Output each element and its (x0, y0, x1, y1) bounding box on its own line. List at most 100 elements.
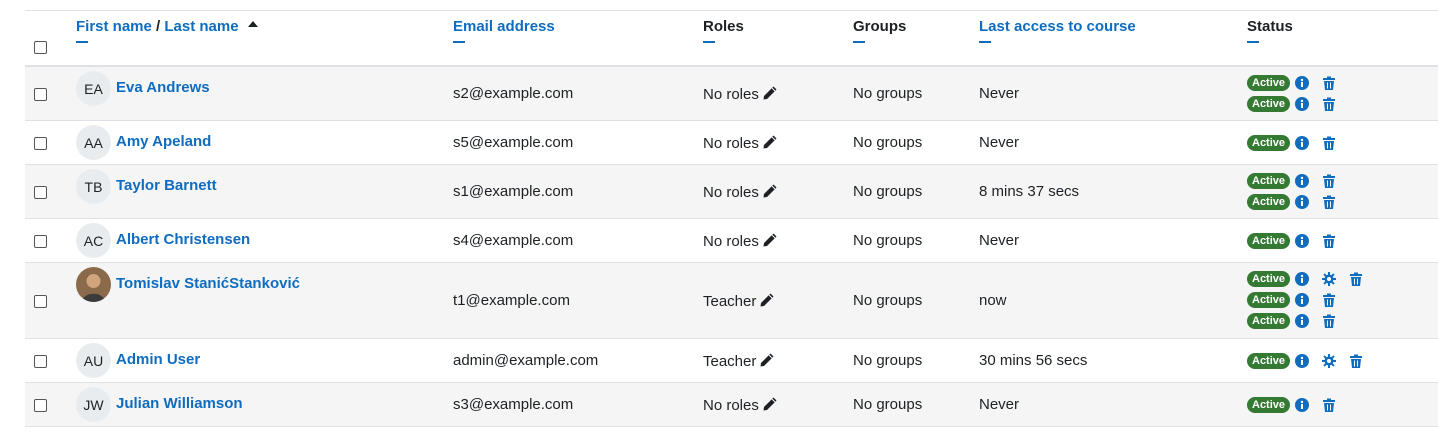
row-select-checkbox[interactable] (34, 137, 47, 150)
status-cell: Active Active (1247, 170, 1336, 212)
trash-icon[interactable] (1322, 314, 1336, 328)
sort-email-link[interactable]: Email address (453, 18, 555, 35)
trash-icon[interactable] (1322, 195, 1336, 209)
role-label: No roles (703, 86, 759, 103)
edit-role-icon[interactable] (762, 396, 778, 412)
email-cell: s4@example.com (453, 232, 574, 249)
collapse-email-icon[interactable] (453, 41, 465, 43)
user-name-link[interactable]: Admin User (116, 351, 200, 368)
user-name-link[interactable]: Taylor Barnett (116, 177, 217, 194)
info-icon[interactable] (1295, 135, 1310, 150)
email-cell: s1@example.com (453, 183, 574, 200)
user-name-link[interactable]: Julian Williamson (116, 395, 243, 412)
status-header-label: Status (1247, 18, 1293, 35)
info-icon[interactable] (1295, 397, 1310, 412)
enrolment-status: Active (1247, 350, 1363, 371)
row-select-checkbox[interactable] (34, 399, 47, 412)
trash-icon[interactable] (1349, 272, 1363, 286)
trash-icon[interactable] (1322, 293, 1336, 307)
trash-icon[interactable] (1322, 398, 1336, 412)
status-badge: Active (1247, 352, 1291, 369)
trash-icon[interactable] (1322, 234, 1336, 248)
trash-icon[interactable] (1322, 97, 1336, 111)
status-cell: Active (1247, 230, 1336, 251)
user-name-link[interactable]: Eva Andrews (116, 79, 210, 96)
edit-role-icon[interactable] (762, 232, 778, 248)
row-select-checkbox[interactable] (34, 295, 47, 308)
roles-cell: No roles (703, 134, 778, 152)
collapse-groups-icon[interactable] (853, 41, 865, 43)
info-icon[interactable] (1295, 173, 1310, 188)
role-label: Teacher (703, 293, 757, 310)
edit-role-icon[interactable] (759, 352, 775, 368)
gear-icon[interactable] (1322, 271, 1337, 286)
table-row: EA Eva Andrews s2@example.com No roles No gr… (25, 67, 1438, 121)
groups-cell: No groups (853, 292, 923, 309)
info-icon[interactable] (1295, 75, 1310, 90)
enrolment-status: Active (1247, 310, 1363, 331)
row-select-checkbox[interactable] (34, 235, 47, 248)
edit-role-icon[interactable] (762, 134, 778, 150)
info-icon[interactable] (1295, 271, 1310, 286)
enrolment-status: Active (1247, 268, 1363, 289)
trash-icon[interactable] (1349, 354, 1363, 368)
info-icon[interactable] (1295, 194, 1310, 209)
info-icon[interactable] (1295, 292, 1310, 307)
user-name-link[interactable]: Albert Christensen (116, 231, 250, 248)
roles-cell: Teacher (703, 352, 775, 370)
last-access-cell: 30 mins 56 secs (979, 352, 1088, 369)
info-icon[interactable] (1295, 96, 1310, 111)
avatar: AA (76, 125, 111, 160)
row-select-checkbox[interactable] (34, 355, 47, 368)
last-access-cell: Never (979, 85, 1020, 102)
role-label: No roles (703, 135, 759, 152)
last-access-cell: Never (979, 134, 1020, 151)
last-access-cell: 8 mins 37 secs (979, 183, 1080, 200)
avatar: TB (76, 169, 111, 204)
sort-last-access-link[interactable]: Last access to course (979, 18, 1136, 35)
email-cell: s3@example.com (453, 396, 574, 413)
edit-role-icon[interactable] (762, 85, 778, 101)
enrolment-status: Active (1247, 230, 1336, 251)
table-header: First name / Last name Email address Rol… (25, 11, 1438, 67)
header-name: First name / Last name (76, 18, 259, 43)
gear-icon[interactable] (1322, 353, 1337, 368)
status-badge: Active (1247, 232, 1291, 249)
edit-role-icon[interactable] (762, 183, 778, 199)
info-icon[interactable] (1295, 353, 1310, 368)
role-label: No roles (703, 233, 759, 250)
table-row: TB Taylor Barnett s1@example.com No roles No… (25, 165, 1438, 219)
select-all-checkbox[interactable] (34, 41, 47, 54)
trash-icon[interactable] (1322, 174, 1336, 188)
user-name-link[interactable]: Tomislav StanićStanković (116, 275, 300, 292)
enrolment-status: Active (1247, 289, 1363, 310)
user-name-link[interactable]: Amy Apeland (116, 133, 211, 150)
header-status: Status (1247, 18, 1293, 43)
groups-header-label: Groups (853, 18, 907, 35)
collapse-name-icon[interactable] (76, 41, 88, 43)
groups-cell: No groups (853, 134, 923, 151)
edit-role-icon[interactable] (759, 292, 775, 308)
status-cell: Active Active Active (1247, 268, 1363, 331)
status-cell: Active (1247, 394, 1336, 415)
row-select-checkbox[interactable] (34, 88, 47, 101)
groups-cell: No groups (853, 85, 923, 102)
sort-asc-icon (247, 21, 258, 27)
trash-icon[interactable] (1322, 136, 1336, 150)
email-cell: t1@example.com (453, 292, 570, 309)
groups-cell: No groups (853, 183, 923, 200)
roles-cell: Teacher (703, 292, 775, 310)
collapse-status-icon[interactable] (1247, 41, 1259, 43)
collapse-roles-icon[interactable] (703, 41, 715, 43)
status-badge: Active (1247, 134, 1291, 151)
table-row: JW Julian Williamson s3@example.com No role… (25, 383, 1438, 427)
info-icon[interactable] (1295, 313, 1310, 328)
sort-first-name-link[interactable]: First name (76, 18, 152, 35)
info-icon[interactable] (1295, 233, 1310, 248)
sort-last-name-link[interactable]: Last name (164, 18, 238, 35)
row-select-checkbox[interactable] (34, 186, 47, 199)
roles-cell: No roles (703, 85, 778, 103)
trash-icon[interactable] (1322, 76, 1336, 90)
collapse-last-access-icon[interactable] (979, 41, 991, 43)
enrolment-status: Active (1247, 170, 1336, 191)
